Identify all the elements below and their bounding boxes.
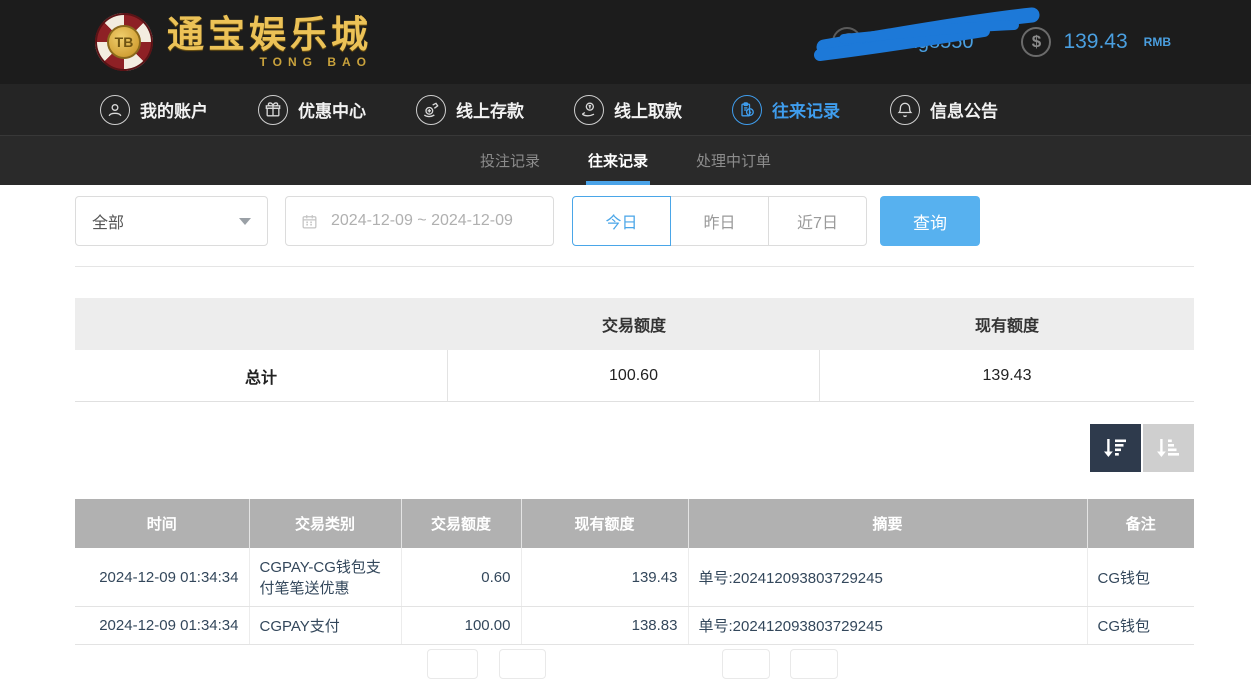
casino-chip-icon: TB — [95, 13, 153, 71]
transactions-table: 时间 交易类别 交易额度 现有额度 摘要 备注 2024-12-09 01:34… — [75, 499, 1194, 645]
quick-date-group: 今日 昨日 近7日 — [572, 196, 867, 246]
pagination-button[interactable] — [722, 649, 770, 679]
nav-deposit[interactable]: 线上存款 — [416, 94, 524, 125]
cell-summary: 单号:202412093803729245 — [688, 606, 1088, 645]
cell-category: CGPAY支付 — [249, 606, 402, 645]
pagination — [75, 645, 1194, 679]
cell-summary: 单号:202412093803729245 — [688, 548, 1088, 607]
chip-monogram: TB — [107, 25, 141, 59]
divider — [75, 266, 1194, 267]
sort-descending-icon — [1103, 439, 1126, 457]
table-row: 2024-12-09 01:34:34 CGPAY-CG钱包支付笔笔送优惠 0.… — [75, 548, 1194, 607]
nav-withdraw[interactable]: 线上取款 — [574, 94, 682, 125]
cell-amount: 100.00 — [401, 606, 522, 645]
nav-promotions[interactable]: 优惠中心 — [258, 94, 366, 125]
summary-col-transaction: 交易额度 — [601, 318, 666, 335]
pagination-button[interactable] — [427, 649, 478, 679]
nav-records[interactable]: 往来记录 — [732, 94, 840, 125]
main-content: 全部 2024-12-09 ~ 2024-12-09 今日 昨日 近7日 查询 … — [0, 185, 1251, 679]
account-icon — [100, 94, 130, 125]
cell-note: CG钱包 — [1087, 606, 1194, 645]
quick-last7days-button[interactable]: 近7日 — [768, 196, 867, 246]
col-amount-header: 交易额度 — [401, 499, 522, 548]
sort-ascending-button[interactable] — [1143, 424, 1194, 472]
summary-col-balance: 现有额度 — [974, 318, 1039, 335]
search-button[interactable]: 查询 — [880, 196, 980, 246]
nav-my-account[interactable]: 我的账户 — [100, 94, 208, 125]
filter-bar: 全部 2024-12-09 ~ 2024-12-09 今日 昨日 近7日 查询 — [75, 196, 1194, 246]
quick-today-button[interactable]: 今日 — [572, 196, 671, 246]
cell-balance: 138.83 — [521, 606, 689, 645]
user-account[interactable]: cheng8550 — [814, 7, 1040, 67]
cell-time: 2024-12-09 01:34:34 — [75, 548, 250, 607]
site-title: 通宝娱乐城 — [167, 14, 372, 55]
sub-nav: 投注记录 往来记录 处理中订单 — [0, 135, 1251, 185]
tab-transaction-records[interactable]: 往来记录 — [585, 136, 651, 185]
top-header: TB 通宝娱乐城 TONG BAO cheng8550 $ 139.43 RMB — [0, 0, 1251, 84]
sort-descending-button[interactable] — [1090, 424, 1141, 472]
username: cheng8550 — [874, 30, 974, 53]
gift-icon — [258, 94, 288, 125]
summary-transaction-total: 100.60 — [448, 350, 820, 401]
chevron-down-icon — [239, 217, 251, 225]
balance-display[interactable]: $ 139.43 RMB — [1021, 27, 1171, 57]
pagination-button[interactable] — [790, 649, 838, 679]
cell-time: 2024-12-09 01:34:34 — [75, 606, 250, 645]
summary-balance-total: 139.43 — [982, 366, 1032, 384]
currency-label: RMB — [1143, 35, 1171, 49]
site-subtitle: TONG BAO — [259, 55, 372, 69]
summary-header-row: 交易额度 现有额度 — [75, 298, 1194, 350]
tab-pending-orders[interactable]: 处理中订单 — [694, 136, 773, 185]
cell-category: CGPAY-CG钱包支付笔笔送优惠 — [249, 548, 402, 607]
withdraw-icon — [574, 94, 604, 125]
tab-bet-records[interactable]: 投注记录 — [478, 136, 542, 185]
col-category-header: 交易类别 — [249, 499, 402, 548]
col-time-header: 时间 — [75, 499, 250, 548]
category-select[interactable]: 全部 — [75, 196, 268, 246]
table-header-row: 时间 交易类别 交易额度 现有额度 摘要 备注 — [75, 499, 1194, 548]
cell-amount: 0.60 — [401, 548, 522, 607]
records-icon — [732, 94, 762, 125]
sort-ascending-icon — [1156, 439, 1179, 457]
dollar-circle-icon: $ — [1021, 27, 1052, 57]
deposit-icon — [416, 94, 446, 125]
cell-note: CG钱包 — [1087, 548, 1194, 607]
balance-amount: 139.43 — [1063, 30, 1128, 53]
col-summary-header: 摘要 — [688, 499, 1088, 548]
table-row: 2024-12-09 01:34:34 CGPAY支付 100.00 138.8… — [75, 606, 1194, 645]
cell-balance: 139.43 — [521, 548, 689, 607]
calendar-icon — [302, 214, 317, 228]
sort-controls — [75, 424, 1194, 472]
date-range-input[interactable]: 2024-12-09 ~ 2024-12-09 — [285, 196, 554, 246]
col-balance-header: 现有额度 — [521, 499, 689, 548]
avatar-icon — [832, 27, 863, 57]
summary-table: 交易额度 现有额度 总计 100.60 139.43 — [75, 298, 1194, 402]
bell-icon — [890, 94, 920, 125]
site-logo[interactable]: TB 通宝娱乐城 TONG BAO — [95, 13, 372, 71]
summary-total-label: 总计 — [75, 350, 448, 401]
col-note-header: 备注 — [1087, 499, 1194, 548]
main-nav: 我的账户 优惠中心 线上存款 线上取款 往来记录 信息公告 — [0, 84, 1251, 135]
summary-total-row: 总计 100.60 139.43 — [75, 350, 1194, 402]
quick-yesterday-button[interactable]: 昨日 — [670, 196, 769, 246]
pagination-button[interactable] — [499, 649, 546, 679]
nav-announcements[interactable]: 信息公告 — [890, 94, 998, 125]
